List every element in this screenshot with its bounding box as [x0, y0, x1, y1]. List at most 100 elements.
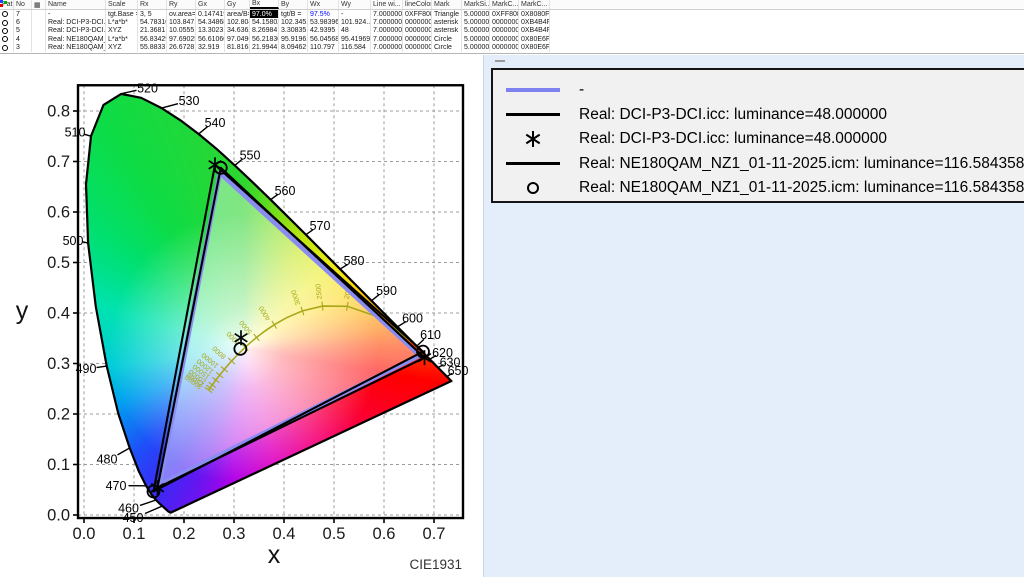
table-cell[interactable]: 00000000 [403, 44, 432, 52]
visibility-toggle-icon[interactable] [0, 27, 14, 35]
table-cell[interactable]: 00000000 [403, 35, 432, 43]
table-header-cell[interactable]: By [279, 0, 308, 9]
table-cell[interactable]: - [46, 10, 106, 18]
table-header-cell[interactable]: lineColor [403, 0, 432, 9]
table-cell[interactable]: 5.000000 [462, 10, 490, 18]
table-cell[interactable]: 55.8833 [138, 44, 167, 52]
table-row[interactable]: 6Real: DCI-P3-DCI.icc:...L*a*b*54.783101… [0, 18, 1024, 26]
table-cell[interactable]: 5.000000 [462, 18, 490, 26]
table-cell[interactable]: asterisk [432, 27, 462, 35]
table-cell[interactable]: 101.924... [339, 18, 371, 26]
table-cell[interactable]: - [339, 10, 371, 18]
table-cell[interactable]: Real: NE180QAM_NZ... [46, 44, 106, 52]
table-cell[interactable]: 0X80E6FF [519, 35, 550, 43]
table-cell[interactable]: 103.847... [167, 18, 196, 26]
table-cell[interactable]: 0XB4B4FF [519, 18, 550, 26]
table-cell[interactable]: 0.147419 [196, 10, 225, 18]
table-cell[interactable]: 26.6728 [167, 44, 196, 52]
table-cell[interactable]: 95.419699 [339, 35, 371, 43]
table-cell[interactable]: 00000000 [490, 27, 519, 35]
table-cell[interactable]: 97.049633 [225, 35, 250, 43]
table-cell[interactable]: 53.983961 [308, 18, 339, 26]
table-cell[interactable]: 00000000 [490, 18, 519, 26]
table-header-cell[interactable]: Wx [308, 0, 339, 9]
table-header-cell[interactable]: No [14, 0, 32, 9]
table-cell[interactable]: 3.30835 [279, 27, 308, 35]
table-row[interactable]: 3Real: NE180QAM_NZ...XYZ55.883326.672832… [0, 44, 1024, 52]
table-cell[interactable]: 56.834291 [138, 35, 167, 43]
table-header-cell[interactable]: Ry [167, 0, 196, 9]
table-cell[interactable]: 8.09462 [279, 44, 308, 52]
table-cell[interactable]: 34.6362 [225, 27, 250, 35]
table-cell[interactable]: area/B= [225, 10, 250, 18]
table-cell[interactable]: 00000000 [403, 27, 432, 35]
table-header-cell[interactable]: ▦ [32, 0, 46, 9]
table-header-cell[interactable]: Gx [196, 0, 225, 9]
table-header-cell[interactable]: Rx [138, 0, 167, 9]
table-cell[interactable]: 21.9944 [250, 44, 279, 52]
table-cell[interactable]: 81.8163 [225, 44, 250, 52]
table-cell[interactable]: 102.804... [225, 18, 250, 26]
table-header-cell[interactable]: Gy [225, 0, 250, 9]
table-cell[interactable]: 13.3023 [196, 27, 225, 35]
table-cell[interactable]: 97.690259 [167, 35, 196, 43]
table-row[interactable]: 5Real: DCI-P3-DCI.icc:...XYZ21.368110.05… [0, 27, 1024, 35]
table-cell[interactable]: 0XFF8080 [490, 10, 519, 18]
table-cell[interactable]: 10.0555 [167, 27, 196, 35]
table-cell[interactable]: L*a*b* [106, 35, 138, 43]
table-cell[interactable]: 54.158021 [250, 18, 279, 26]
table-header-cell[interactable]: Name [46, 0, 106, 9]
table-cell[interactable]: 95.919614 [279, 35, 308, 43]
table-cell[interactable]: 54.348682 [196, 18, 225, 26]
table-cell[interactable]: 42.9395 [308, 27, 339, 35]
table-cell[interactable]: 00000000 [403, 18, 432, 26]
table-cell[interactable]: 116.584 [339, 44, 371, 52]
table-row[interactable]: 7-tgt.Base =3, 5ov.area=0.147419area/B=9… [0, 10, 1024, 18]
table-cell[interactable]: 5.000000 [462, 27, 490, 35]
visibility-toggle-icon[interactable] [0, 44, 14, 52]
table-cell[interactable]: 48 [339, 27, 371, 35]
table-cell[interactable]: 54.783101 [138, 18, 167, 26]
table-cell[interactable]: Circle [432, 35, 462, 43]
table-cell[interactable]: 0X8080FF [519, 10, 550, 18]
table-cell[interactable]: 97.0% [250, 10, 279, 18]
table-cell[interactable]: asterisk [432, 18, 462, 26]
table-cell[interactable]: tgt/B = [279, 10, 308, 18]
table-cell[interactable]: 7.000000 [371, 44, 403, 52]
table-cell[interactable]: 5.000000 [462, 44, 490, 52]
table-cell[interactable]: 7.000000 [371, 27, 403, 35]
table-cell[interactable]: 0X80E6FF [519, 44, 550, 52]
table-cell[interactable]: Real: DCI-P3-DCI.icc:... [46, 18, 106, 26]
table-header-cell[interactable]: MarkC... [519, 0, 550, 9]
table-row[interactable]: 4Real: NE180QAM_NZ...L*a*b*56.83429197.6… [0, 35, 1024, 43]
table-cell[interactable]: ov.area= [167, 10, 196, 18]
table-header-cell[interactable]: Wy [339, 0, 371, 9]
table-cell[interactable]: 110.797 [308, 44, 339, 52]
table-header-cell[interactable]: Line wi... [371, 0, 403, 9]
table-cell[interactable]: 7.000000 [371, 18, 403, 26]
table-cell[interactable]: XYZ [106, 27, 138, 35]
table-cell[interactable]: tgt.Base = [106, 10, 138, 18]
table-cell[interactable]: 3, 5 [138, 10, 167, 18]
table-header-cell[interactable]: MarkC... [490, 0, 519, 9]
table-cell[interactable]: Circle [432, 44, 462, 52]
visibility-toggle-icon[interactable] [0, 10, 14, 18]
table-cell[interactable]: 0XFF8080 [403, 10, 432, 18]
table-cell[interactable]: 56.045688 [308, 35, 339, 43]
table-cell[interactable]: 8.26984 [250, 27, 279, 35]
table-cell[interactable]: 32.919 [196, 44, 225, 52]
table-cell[interactable]: 56.610606 [196, 35, 225, 43]
table-header-cell[interactable]: MarkSi... [462, 0, 490, 9]
visibility-toggle-icon[interactable] [0, 35, 14, 43]
table-cell[interactable]: 56.218306 [250, 35, 279, 43]
table-header-cell[interactable]: Bx [250, 0, 279, 9]
table-cell[interactable]: XYZ [106, 44, 138, 52]
table-cell[interactable]: L*a*b* [106, 18, 138, 26]
table-cell[interactable]: 102.345... [279, 18, 308, 26]
table-cell[interactable]: 21.3681 [138, 27, 167, 35]
table-cell[interactable]: 5.000000 [462, 35, 490, 43]
table-cell[interactable]: 0XB4B4FF [519, 27, 550, 35]
table-header-cell[interactable]: Mark [432, 0, 462, 9]
table-cell[interactable]: 7.000000 [371, 35, 403, 43]
table-cell[interactable]: 00000000 [490, 44, 519, 52]
